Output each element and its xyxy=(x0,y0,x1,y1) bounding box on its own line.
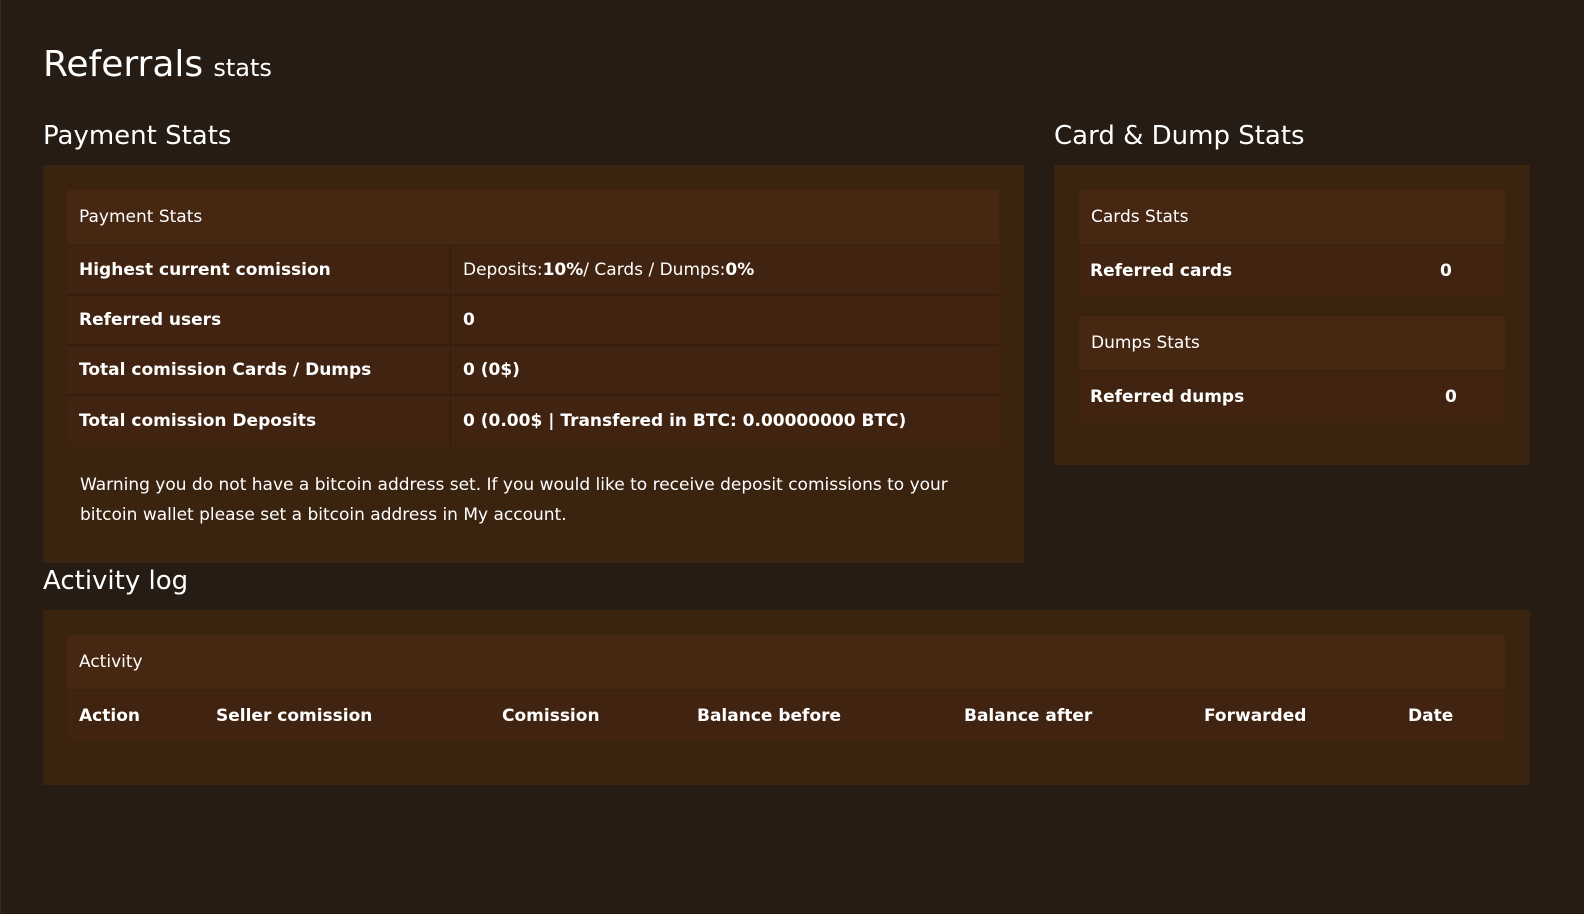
payment-stats-box-header: Payment Stats xyxy=(67,190,999,244)
cards-row-referred: Referred cards 0 xyxy=(1079,246,1505,296)
value-cards-dumps: 0% xyxy=(725,260,755,280)
column-divider xyxy=(450,346,451,394)
column-divider xyxy=(450,296,451,344)
referrals-page: Referrals stats Payment Stats Payment St… xyxy=(0,0,1584,914)
payment-row-total-deposits: Total comission Deposits 0 (0.00$ | Tran… xyxy=(67,396,999,446)
row-value: Deposits: 10% / Cards / Dumps: 0% xyxy=(463,246,754,294)
row-value: 0 xyxy=(1445,387,1457,407)
column-header-balance-after: Balance after xyxy=(964,706,1093,726)
value-mid: / Cards / Dumps: xyxy=(583,260,726,280)
column-header-action: Action xyxy=(79,706,140,726)
row-value: 0 (0$) xyxy=(463,360,520,380)
row-value: 0 xyxy=(463,310,475,330)
page-title: Referrals stats xyxy=(43,44,272,85)
payment-row-referred-users: Referred users 0 xyxy=(67,296,999,344)
payment-row-total-cards-dumps: Total comission Cards / Dumps 0 (0$) xyxy=(67,346,999,394)
dumps-stats-box-header: Dumps Stats xyxy=(1079,316,1505,370)
payment-row-highest-comission: Highest current comission Deposits: 10% … xyxy=(67,246,999,294)
column-divider xyxy=(450,246,451,294)
row-label: Total comission Cards / Dumps xyxy=(79,360,372,380)
row-label: Total comission Deposits xyxy=(79,411,317,431)
cards-stats-box-header: Cards Stats xyxy=(1079,190,1505,244)
page-title-main: Referrals xyxy=(43,44,204,85)
column-header-date: Date xyxy=(1408,706,1454,726)
row-value: 0 xyxy=(1440,261,1452,281)
column-header-seller-comission: Seller comission xyxy=(216,706,373,726)
value-prefix: Deposits: xyxy=(463,260,543,280)
page-title-sub: stats xyxy=(213,54,272,82)
activity-box-header: Activity xyxy=(67,635,1505,689)
column-header-balance-before: Balance before xyxy=(697,706,842,726)
card-dump-stats-heading: Card & Dump Stats xyxy=(1054,121,1305,151)
bitcoin-address-warning: Warning you do not have a bitcoin addres… xyxy=(80,475,948,525)
row-label: Referred dumps xyxy=(1090,387,1245,407)
row-label: Highest current comission xyxy=(79,260,331,280)
dumps-row-referred: Referred dumps 0 xyxy=(1079,372,1505,422)
row-label: Referred cards xyxy=(1090,261,1233,281)
payment-stats-heading: Payment Stats xyxy=(43,121,232,151)
column-header-forwarded: Forwarded xyxy=(1204,706,1307,726)
row-label: Referred users xyxy=(79,310,222,330)
column-divider xyxy=(450,396,451,446)
value-deposits: 10% xyxy=(542,260,584,280)
activity-log-heading: Activity log xyxy=(43,566,189,596)
activity-table-header: Action Seller comission Comission Balanc… xyxy=(67,691,1505,741)
column-header-comission: Comission xyxy=(502,706,600,726)
row-value: 0 (0.00$ | Transfered in BTC: 0.00000000… xyxy=(463,411,907,431)
